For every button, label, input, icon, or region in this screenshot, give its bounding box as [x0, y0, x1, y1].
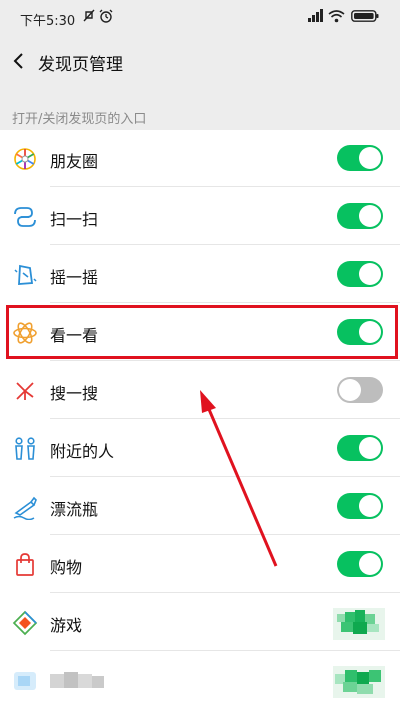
item-label: 朋友圈	[50, 152, 99, 171]
shake-icon	[14, 264, 37, 285]
list-item-people-nearby: 附近的人	[0, 420, 400, 477]
item-label: 游戏	[50, 616, 83, 635]
highlight-box	[6, 305, 398, 359]
list-item-moments: 朋友圈	[0, 130, 400, 187]
back-arrow-icon[interactable]	[10, 49, 30, 73]
search-spark-icon	[16, 382, 34, 400]
shopping-bag-icon	[16, 553, 34, 576]
scan-icon	[14, 207, 36, 227]
signal-icon	[308, 9, 323, 22]
item-label: 搜一搜	[50, 384, 99, 403]
list-item-shake: 摇一摇	[0, 246, 400, 303]
item-label: 扫一扫	[50, 210, 99, 229]
bottle-icon	[13, 496, 37, 520]
status-bar: 下午5:30	[0, 0, 400, 36]
item-label: 漂流瓶	[50, 500, 99, 519]
section-title: 打开/关闭发现页的入口	[12, 112, 147, 127]
list-item-search: 搜一搜	[0, 362, 400, 419]
moments-icon	[14, 148, 36, 170]
page-title: 发现页管理	[38, 55, 123, 75]
shake-toggle[interactable]	[337, 261, 383, 287]
mute-icon	[83, 9, 95, 22]
pixelated-toggle[interactable]	[333, 666, 385, 698]
blurred-label	[50, 672, 104, 688]
battery-icon	[351, 10, 379, 22]
alarm-icon	[99, 9, 113, 23]
list-item-shopping: 购物	[0, 536, 400, 593]
item-label: 购物	[50, 558, 83, 577]
nav-bar: 发现页管理	[0, 36, 400, 86]
people-nearby-toggle[interactable]	[337, 435, 383, 461]
scan-toggle[interactable]	[337, 203, 383, 229]
list-item-games: 游戏	[0, 594, 400, 651]
discover-entry-list: 朋友圈 扫一扫 摇一摇 看一看 搜一搜 附近的人 漂流瓶 购物 游戏	[0, 130, 400, 710]
list-item-drift-bottle: 漂流瓶	[0, 478, 400, 535]
search-toggle[interactable]	[337, 377, 383, 403]
item-label: 摇一摇	[50, 268, 99, 287]
blurred-app-icon	[14, 672, 36, 690]
list-item-blurred	[0, 652, 400, 709]
list-item-scan: 扫一扫	[0, 188, 400, 245]
item-label: 附近的人	[50, 442, 115, 461]
shopping-toggle[interactable]	[337, 551, 383, 577]
moments-toggle[interactable]	[337, 145, 383, 171]
people-nearby-icon	[15, 437, 35, 460]
pixelated-toggle[interactable]	[333, 608, 385, 640]
game-icon	[12, 610, 38, 636]
drift-bottle-toggle[interactable]	[337, 493, 383, 519]
wifi-icon	[328, 10, 345, 23]
status-time: 下午5:30	[20, 14, 76, 29]
